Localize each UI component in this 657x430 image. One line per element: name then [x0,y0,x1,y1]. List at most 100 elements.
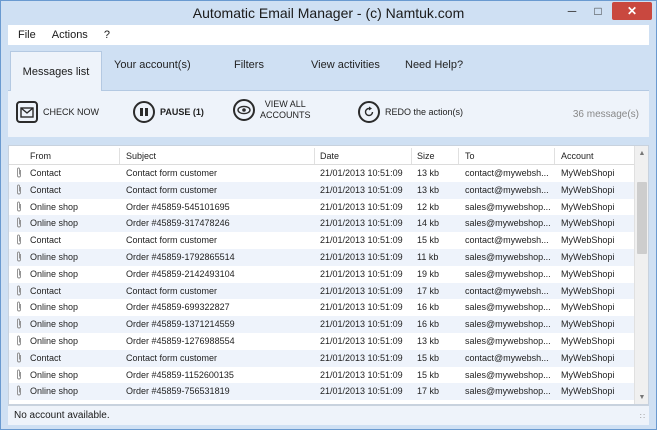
cell-date: 21/01/2013 10:51:09 [320,386,403,397]
table-row[interactable]: Online shop Order #45859-545101695 21/01/2… [9,199,635,216]
paperclip-icon [16,167,22,181]
cell-account: MyWebShopi [561,184,615,195]
redo-actions-button[interactable]: REDO the action(s) [358,101,463,123]
menu-file[interactable]: File [18,29,36,41]
paperclip-icon [16,369,22,383]
paperclip-icon [16,352,22,366]
column-to[interactable]: To [465,151,475,161]
cell-from: Online shop [30,201,79,212]
table-row[interactable]: Contact Contact form customer 21/01/2013 1… [9,232,635,249]
table-row[interactable]: Online shop Order #45859-1371214559 21/01/… [9,316,635,333]
vertical-scrollbar[interactable]: ▲ ▼ [634,146,648,404]
column-date[interactable]: Date [320,151,339,161]
minimize-button[interactable]: ─ [560,2,584,20]
table-row[interactable]: Online shop Order #45859-2142493104 21/01/… [9,266,635,283]
menu-actions[interactable]: Actions [52,29,88,41]
column-account[interactable]: Account [561,151,594,161]
cell-subject: Order #45859-1276988554 [126,335,235,346]
cell-size: 15 kb [417,235,440,246]
scrollbar-thumb[interactable] [637,182,647,254]
table-row[interactable]: Online shop Order #45859-1792865514 21/01/… [9,248,635,266]
cell-date: 21/01/2013 10:51:09 [320,251,403,262]
table-row[interactable]: Contact Contact form customer 21/01/2013 1… [9,181,635,199]
cell-from: Online shop [30,218,79,229]
cell-size: 16 kb [417,319,440,330]
view-all-accounts-button[interactable]: VIEW ALL ACCOUNTS [233,99,311,121]
cell-account: MyWebShopi [561,352,615,363]
tab-messages-list[interactable]: Messages list [10,51,102,92]
paperclip-icon [16,318,22,332]
cell-account: MyWebShopi [561,201,615,212]
tab-your-accounts[interactable]: Your account(s) [114,59,191,71]
tab-filters[interactable]: Filters [234,59,264,71]
cell-from: Online shop [30,369,79,380]
eye-icon [233,99,255,121]
status-bar: No account available. ∷ [8,405,649,425]
cell-to: contact@mywebsh... [465,168,549,178]
minimize-icon: ─ [567,4,577,18]
table-row[interactable]: Online shop Order #45859-1276988554 21/01/… [9,333,635,350]
cell-size: 13 kb [417,335,440,346]
scroll-down-icon[interactable]: ▼ [635,390,648,404]
column-size[interactable]: Size [417,151,435,161]
column-divider [119,148,120,164]
table-row[interactable]: Online shop Order #45859-317478246 21/01/2… [9,215,635,233]
redo-icon [358,101,380,123]
cell-subject: Contact form customer [126,235,218,246]
cell-account: MyWebShopi [561,302,615,313]
close-icon: ✕ [626,4,638,18]
view-all-line1: VIEW ALL [264,99,306,109]
paperclip-icon [16,201,22,215]
cell-date: 21/01/2013 10:51:09 [320,302,403,313]
column-divider [314,148,315,164]
toolbar: CHECK NOW PAUSE (1) VIEW ALL ACCOUNTS RE… [8,91,649,137]
view-all-line2: ACCOUNTS [260,110,311,120]
cell-subject: Order #45859-1152600135 [126,369,234,380]
column-divider [554,148,555,164]
window-title: Automatic Email Manager - (c) Namtuk.com [192,5,465,21]
column-from[interactable]: From [30,151,51,161]
menu-bar: File Actions ? [8,25,649,45]
cell-to: sales@mywebshop... [465,302,551,313]
cell-from: Online shop [30,335,79,346]
table-header: From Subject Date Size To Account [9,146,635,165]
cell-date: 21/01/2013 10:51:09 [320,352,403,363]
cell-size: 15 kb [417,369,440,380]
cell-subject: Order #45859-545101695 [126,201,230,212]
table-row[interactable]: Contact Contact form customer 21/01/2013 1… [9,282,635,300]
menu-help[interactable]: ? [104,29,110,41]
pause-button[interactable]: PAUSE (1) [133,101,204,123]
cell-subject: Order #45859-1792865514 [126,251,235,262]
column-subject[interactable]: Subject [126,151,156,161]
cell-size: 11 kb [417,251,439,262]
cell-from: Contact [30,235,62,246]
table-row[interactable]: Online shop Order #45859-756531819 21/01/2… [9,383,635,401]
messages-table: From Subject Date Size To Account Contac… [8,145,649,405]
table-row[interactable]: Contact Contact form customer 21/01/2013 1… [9,349,635,367]
table-row[interactable]: Online shop Order #45859-699322827 21/01/2… [9,299,635,316]
envelope-check-icon [16,101,38,123]
resize-grip-icon[interactable]: ∷ [640,412,645,421]
cell-subject: Order #45859-699322827 [126,302,230,313]
check-now-button[interactable]: CHECK NOW [16,101,99,123]
cell-date: 21/01/2013 10:51:09 [320,285,403,296]
table-row[interactable]: Contact Contact form customer 21/01/2013 1… [9,165,635,182]
cell-date: 21/01/2013 10:51:09 [320,184,403,195]
tab-need-help[interactable]: Need Help? [405,59,463,71]
paperclip-icon [16,385,22,399]
message-count: 36 message(s) [572,109,639,120]
title-bar: Automatic Email Manager - (c) Namtuk.com… [1,1,656,25]
scroll-up-icon[interactable]: ▲ [635,146,648,160]
table-row[interactable]: Online shop Order #45859-1152600135 21/01/… [9,367,635,384]
cell-subject: Contact form customer [126,168,218,178]
cell-to: sales@mywebshop... [465,335,551,346]
tab-view-activities[interactable]: View activities [311,59,380,71]
pause-label: PAUSE (1) [160,107,204,117]
maximize-button[interactable]: □ [586,2,610,20]
paperclip-icon [16,285,22,299]
tab-bar: Messages list Your account(s) Filters Vi… [8,45,649,92]
cell-to: sales@mywebshop... [465,251,551,262]
cell-size: 13 kb [417,184,440,195]
cell-from: Contact [30,168,62,178]
close-button[interactable]: ✕ [612,2,652,20]
